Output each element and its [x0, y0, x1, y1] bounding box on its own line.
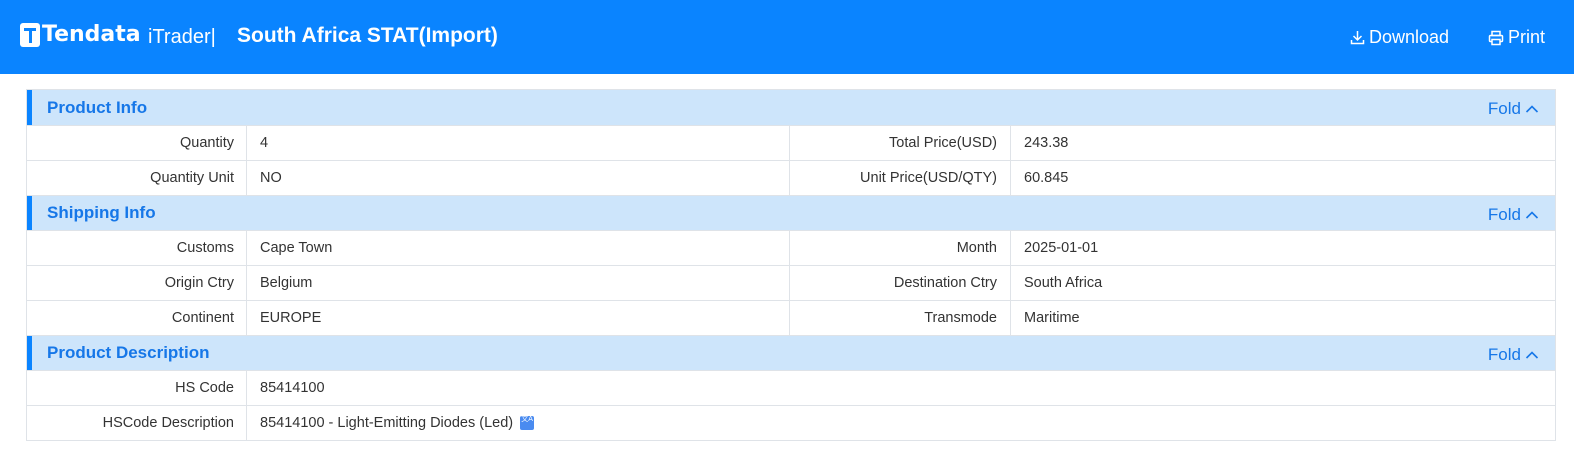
- table-row: HS Code 85414100: [27, 370, 1555, 405]
- section-header-product-info: Product Info Fold: [27, 90, 1555, 125]
- field-label: Quantity Unit: [27, 161, 247, 195]
- section-accent-bar: [27, 336, 32, 370]
- field-label: Quantity: [27, 126, 247, 160]
- table-row: Quantity 4 Total Price(USD) 243.38: [27, 125, 1555, 160]
- section-accent-bar: [27, 196, 32, 230]
- download-label: Download: [1369, 27, 1450, 47]
- fold-label: Fold: [1487, 205, 1521, 224]
- translate-icon[interactable]: [520, 416, 535, 430]
- field-value: South Africa: [1024, 275, 1103, 291]
- page-title: South Africa STAT(Import): [237, 24, 498, 47]
- field-label: Total Price(USD): [790, 126, 1011, 160]
- section-accent-bar: [27, 90, 32, 125]
- table-row: HSCode Description 85414100 - Light-Emit…: [27, 405, 1555, 440]
- field-value: 243.38: [1024, 135, 1069, 151]
- table-row: Quantity Unit NO Unit Price(USD/QTY) 60.…: [27, 160, 1555, 195]
- section-title: Product Info: [47, 97, 148, 117]
- field-label: Customs: [27, 231, 247, 265]
- section-title: Product Description: [47, 343, 210, 362]
- field-label: Origin Ctry: [27, 266, 247, 300]
- table-row: Continent EUROPE Transmode Maritime: [27, 300, 1555, 335]
- chevron-up-icon: [1525, 211, 1539, 219]
- fold-label: Fold: [1487, 99, 1521, 118]
- field-label: Transmode: [790, 301, 1011, 335]
- hscode-description-text: 85414100 - Light-Emitting Diodes (Led): [260, 415, 514, 431]
- field-label: HS Code: [27, 371, 247, 405]
- field-label: Month: [790, 231, 1011, 265]
- field-value: 60.845: [1024, 170, 1069, 186]
- field-value: 85414100: [260, 380, 325, 396]
- fold-button[interactable]: Fold: [1488, 345, 1539, 365]
- field-label: Unit Price(USD/QTY): [790, 161, 1011, 195]
- field-label: Destination Ctry: [790, 266, 1011, 300]
- field-label: HSCode Description: [27, 406, 247, 440]
- print-button[interactable]: Print: [1488, 27, 1545, 48]
- field-value-with-translate: 85414100 - Light-Emitting Diodes (Led): [247, 406, 1555, 440]
- tendata-logo[interactable]: Tendata: [20, 22, 141, 47]
- download-button[interactable]: Download: [1350, 27, 1449, 48]
- section-title: Shipping Info: [47, 203, 156, 222]
- record-detail-panel: Product Info Fold Quantity 4 Total Price…: [26, 89, 1556, 441]
- field-value: Cape Town: [247, 231, 790, 265]
- field-value: 2025-01-01: [1024, 240, 1099, 256]
- field-value: Maritime: [1024, 310, 1080, 326]
- chevron-up-icon: [1525, 351, 1539, 359]
- table-row: Customs Cape Town Month 2025-01-01: [27, 230, 1555, 265]
- fold-button[interactable]: Fold: [1488, 205, 1539, 225]
- field-value: EUROPE: [247, 301, 790, 335]
- field-value: 4: [247, 126, 790, 160]
- logo-mark-icon: [20, 22, 40, 47]
- field-value: Belgium: [247, 266, 790, 300]
- section-header-product-description: Product Description Fold: [27, 335, 1555, 370]
- field-label: Continent: [27, 301, 247, 335]
- print-label: Print: [1508, 27, 1546, 47]
- field-value: NO: [247, 161, 790, 195]
- chevron-up-icon: [1525, 105, 1539, 113]
- table-row: Origin Ctry Belgium Destination Ctry Sou…: [27, 265, 1555, 300]
- fold-button[interactable]: Fold: [1488, 99, 1539, 119]
- download-icon: [1350, 31, 1365, 45]
- section-header-shipping-info: Shipping Info Fold: [27, 195, 1555, 230]
- print-icon: [1488, 30, 1504, 45]
- logo-text: Tendata: [42, 22, 141, 47]
- fold-label: Fold: [1487, 345, 1521, 364]
- top-bar: Tendata iTrader| South Africa STAT(Impor…: [0, 0, 1574, 74]
- product-name: iTrader|: [148, 26, 216, 48]
